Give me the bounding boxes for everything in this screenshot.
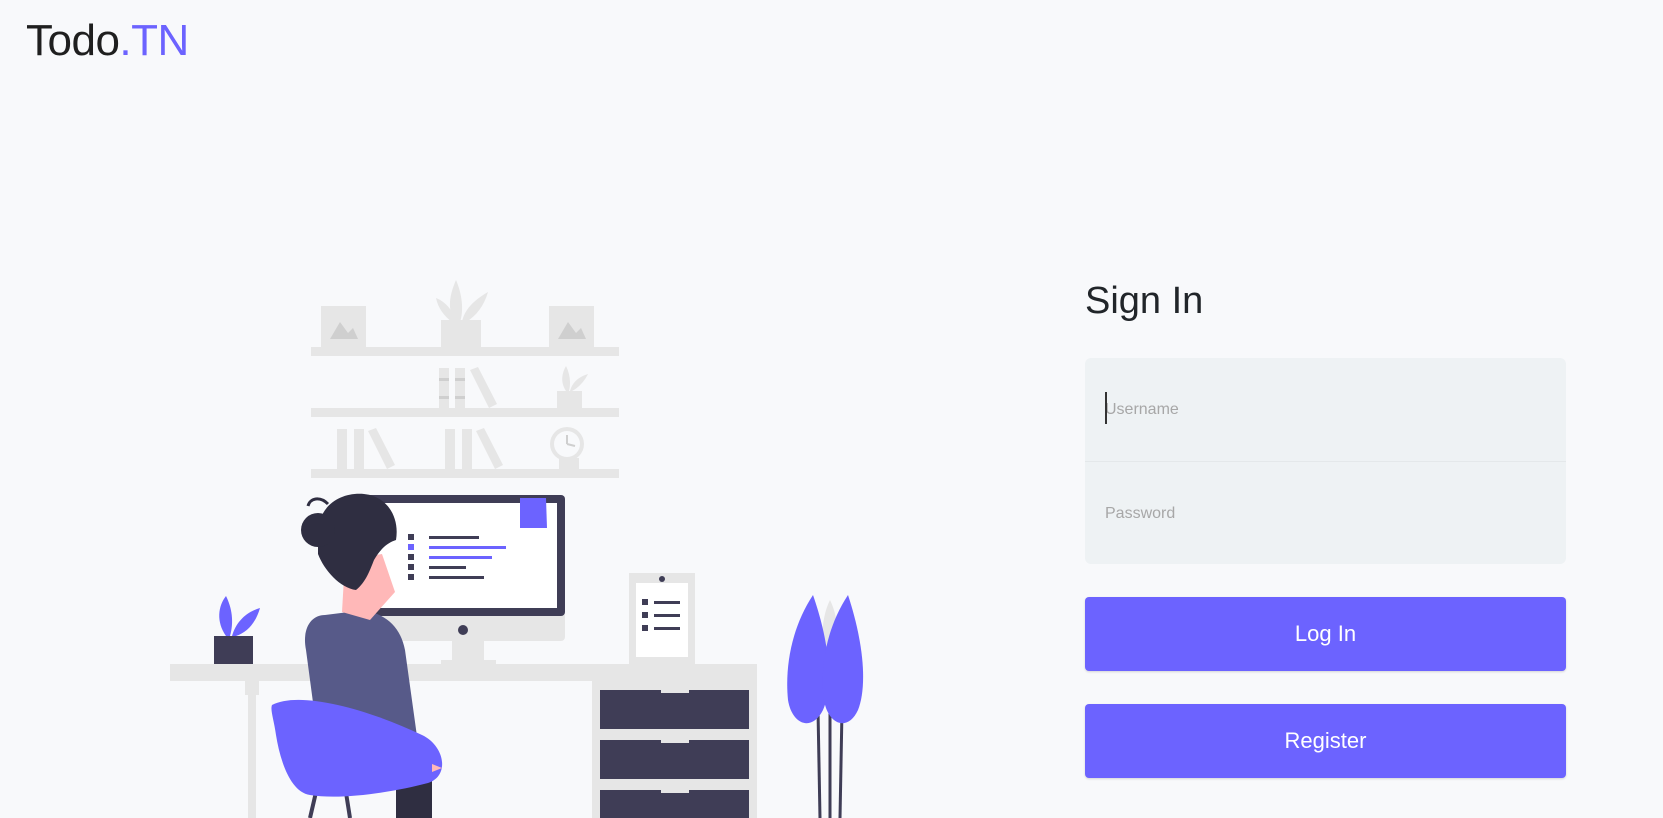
text-cursor: [1105, 392, 1107, 424]
brand-name: Todo: [26, 16, 120, 65]
brand-suffix: .TN: [119, 16, 189, 65]
password-input[interactable]: [1085, 462, 1566, 564]
username-input[interactable]: [1085, 358, 1566, 461]
clipboard: [629, 573, 695, 664]
desk: [170, 664, 757, 818]
brand-logo[interactable]: Todo.TN: [26, 14, 189, 68]
woman-at-desk-illustration: [170, 280, 864, 818]
login-form: [1085, 358, 1566, 564]
sign-in-title: Sign In: [1085, 280, 1204, 322]
register-button[interactable]: Register: [1085, 704, 1566, 778]
app-header: Todo.TN: [0, 0, 1663, 90]
desk-plant: [214, 596, 260, 664]
login-button[interactable]: Log In: [1085, 597, 1566, 671]
floor-plant: [787, 595, 864, 818]
bookshelf-decoration: [311, 280, 619, 478]
